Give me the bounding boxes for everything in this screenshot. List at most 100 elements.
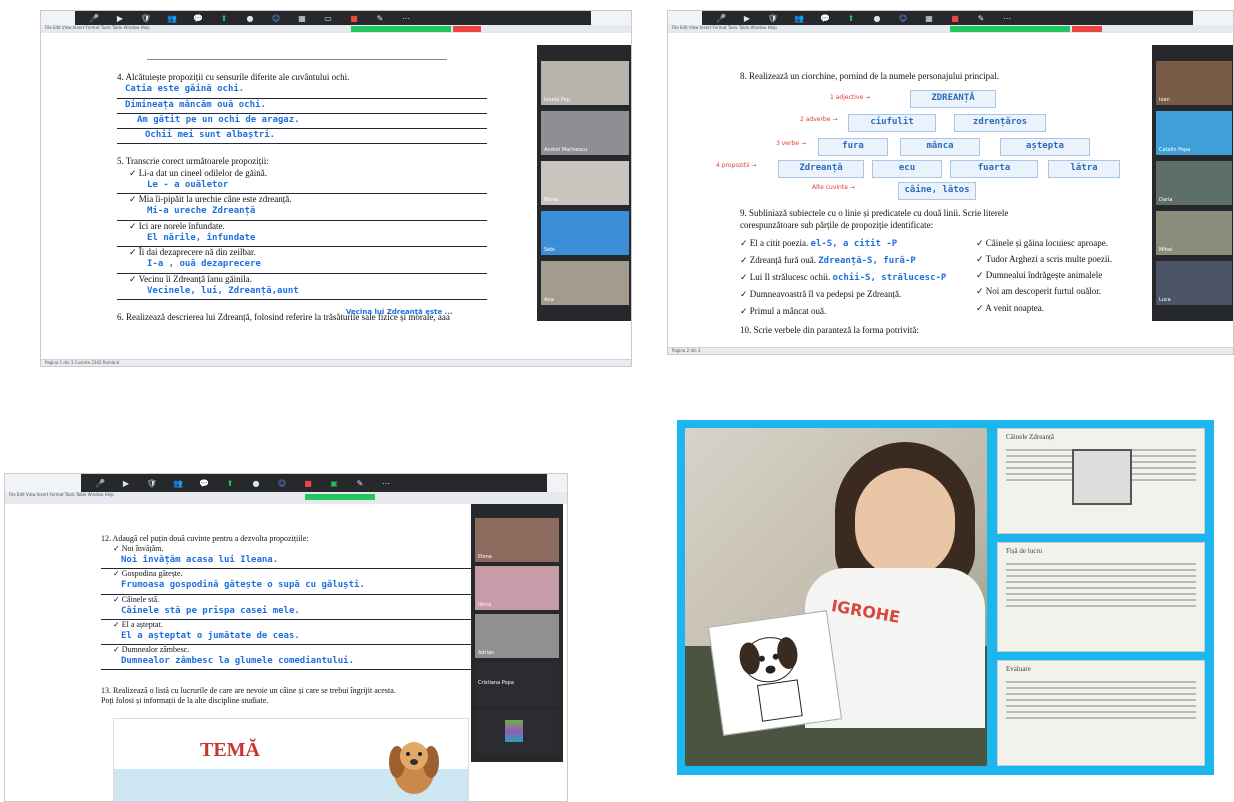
answer-line: I-a , ouă dezaprecere bbox=[117, 258, 487, 274]
security-icon[interactable]: 🛡 bbox=[760, 11, 786, 25]
participants-icon[interactable]: 👥 bbox=[165, 476, 191, 490]
participant-video[interactable]: Catalin Popa bbox=[1156, 111, 1232, 155]
face bbox=[855, 468, 955, 578]
worksheet-title: Câinele Zdreanță bbox=[1006, 433, 1055, 441]
view-icon[interactable]: ▣ bbox=[321, 476, 347, 490]
record-icon[interactable]: ● bbox=[237, 11, 263, 25]
record-icon[interactable]: ● bbox=[243, 476, 269, 490]
record-red-icon[interactable]: ■ bbox=[942, 11, 968, 25]
text-line bbox=[1006, 581, 1196, 583]
participant-video[interactable]: Ionela Pop bbox=[541, 61, 629, 105]
record-red-icon[interactable]: ■ bbox=[295, 476, 321, 490]
mute-icon[interactable]: 🎤 bbox=[87, 476, 113, 490]
text-line bbox=[1006, 575, 1196, 577]
left-sentences: ✓ El a citit poezia. el-S, a citit -P ✓ … bbox=[740, 235, 968, 319]
zoom-toolbar: 🎤 ▶ 🛡 👥 💬 ⬆ ● ☺ ▦ ▭ ■ ✎ ⋯ File Edit View… bbox=[41, 11, 631, 33]
more-icon[interactable]: ⋯ bbox=[994, 11, 1020, 25]
exercise-8-title: 8. Realizează un ciorchine, pornind de l… bbox=[740, 71, 999, 81]
reactions-icon[interactable]: ☺ bbox=[269, 476, 295, 490]
exercise-4-title: 4. Alcătuiește propoziții cu sensurile d… bbox=[117, 72, 350, 82]
exercise-13-subtitle: Poți folosi și informații de la alte dis… bbox=[101, 696, 269, 706]
right-sentences: ✓ Câinele și găina locuiesc aproape. ✓ T… bbox=[976, 235, 1156, 319]
participant-video[interactable]: Mihai bbox=[1156, 211, 1232, 255]
video-icon[interactable]: ▶ bbox=[734, 11, 760, 25]
sentence-item: ✓ Noi am descoperit furtul ouălor. bbox=[976, 286, 1102, 297]
annotate-icon[interactable]: ✎ bbox=[347, 476, 373, 490]
whiteboard-icon[interactable]: ▭ bbox=[315, 11, 341, 25]
annotate-icon[interactable]: ✎ bbox=[968, 11, 994, 25]
word-box: zdrențăros bbox=[954, 114, 1046, 132]
zoom-toolbar: 🎤 ▶ 🛡 👥 💬 ⬆ ● ☺ ▦ ■ ✎ ⋯ File Edit View I… bbox=[668, 11, 1233, 33]
participant-video[interactable] bbox=[475, 710, 559, 754]
video-icon[interactable]: ▶ bbox=[107, 11, 133, 25]
answer-line: Câinele stă pe prispa casei mele. bbox=[101, 605, 471, 620]
check-item: ✓ Noi învățăm. bbox=[113, 544, 164, 553]
participant-video[interactable]: Adrian bbox=[475, 614, 559, 658]
chat-icon[interactable]: 💬 bbox=[812, 11, 838, 25]
answer-line: Mi-a ureche Zdreanță bbox=[117, 205, 487, 221]
stop-share-button[interactable] bbox=[453, 26, 481, 32]
participant-video[interactable]: Ana bbox=[541, 261, 629, 305]
participant-gallery: Ioan Catalin Popa Daria Mihai Luca bbox=[1152, 45, 1233, 321]
participant-video[interactable]: Sebi bbox=[541, 211, 629, 255]
answer-line: Ochii mei sunt albaștri. bbox=[117, 129, 487, 145]
screenshot-panel-2: 🎤 ▶ 🛡 👥 💬 ⬆ ● ☺ ▦ ■ ✎ ⋯ File Edit View I… bbox=[667, 10, 1234, 355]
more-icon[interactable]: ⋯ bbox=[373, 476, 399, 490]
worksheet-title: Evaluare bbox=[1006, 665, 1031, 673]
apps-icon[interactable]: ▦ bbox=[289, 11, 315, 25]
participant-video[interactable]: Andrei Marinescu bbox=[541, 111, 629, 155]
word-box: fuarta bbox=[950, 160, 1038, 178]
word-box: mânca bbox=[900, 138, 980, 156]
share-icon[interactable]: ⬆ bbox=[838, 11, 864, 25]
check-item: ✓ Vecinu îi Zdreanță îanu găinila. bbox=[129, 273, 252, 284]
mute-icon[interactable]: 🎤 bbox=[81, 11, 107, 25]
apps-icon[interactable]: ▦ bbox=[916, 11, 942, 25]
participant-video[interactable]: Luca bbox=[1156, 261, 1232, 305]
annotate-icon[interactable]: ✎ bbox=[367, 11, 393, 25]
text-line bbox=[1006, 587, 1196, 589]
participant-video[interactable]: Elena bbox=[475, 518, 559, 562]
zoom-controls: 🎤 ▶ 🛡 👥 💬 ⬆ ● ☺ ■ ▣ ✎ ⋯ bbox=[81, 474, 547, 492]
document-toolbar: File Edit View Insert Format Tools Table… bbox=[41, 25, 631, 33]
answer-line: Noi învățăm acasa lui Ileana. bbox=[101, 554, 471, 570]
chat-icon[interactable]: 💬 bbox=[191, 476, 217, 490]
text-line bbox=[1006, 693, 1196, 695]
shirt-print: IGROHE bbox=[829, 596, 902, 627]
participant-video[interactable]: Maria bbox=[541, 161, 629, 205]
share-icon[interactable]: ⬆ bbox=[211, 11, 237, 25]
participant-video[interactable]: Daria bbox=[1156, 161, 1232, 205]
word-box: câine, lătos bbox=[898, 182, 976, 200]
record-red-icon[interactable]: ■ bbox=[341, 11, 367, 25]
video-icon[interactable]: ▶ bbox=[113, 476, 139, 490]
more-icon[interactable]: ⋯ bbox=[393, 11, 419, 25]
text-line bbox=[1006, 563, 1196, 565]
sentence-item: ✓ Zdreanță fură ouă. Zdreanță-S, fură-P bbox=[740, 254, 916, 266]
participant-video[interactable]: Ilinca bbox=[475, 566, 559, 610]
center-word: ZDREANȚĂ bbox=[910, 90, 996, 108]
participants-icon[interactable]: 👥 bbox=[786, 11, 812, 25]
reactions-icon[interactable]: ☺ bbox=[263, 11, 289, 25]
mute-icon[interactable]: 🎤 bbox=[708, 11, 734, 25]
sentence-columns: ✓ El a citit poezia. el-S, a citit -P ✓ … bbox=[740, 235, 1160, 319]
answer-line: Frumoasa gospodină gătește o supă cu găl… bbox=[101, 579, 471, 595]
photo-collage: IGROHE Câinele Zdreanță Fișă de lucru Ev… bbox=[677, 420, 1214, 775]
share-icon[interactable]: ⬆ bbox=[217, 476, 243, 490]
participant-video[interactable]: Ioan bbox=[1156, 61, 1232, 105]
text-line bbox=[1006, 705, 1196, 707]
answer-line: El nările, înfundate bbox=[117, 232, 487, 247]
chat-icon[interactable]: 💬 bbox=[185, 11, 211, 25]
participant-video[interactable]: Cristiana Popa bbox=[475, 662, 559, 706]
extra-answer: Vecina lui Zdreanță este ... bbox=[346, 308, 453, 316]
text-line bbox=[1006, 681, 1196, 683]
text-line bbox=[1006, 717, 1196, 719]
word-box: aștepta bbox=[1000, 138, 1090, 156]
zoom-controls: 🎤 ▶ 🛡 👥 💬 ⬆ ● ☺ ▦ ■ ✎ ⋯ bbox=[702, 11, 1193, 25]
participant-gallery: Ionela Pop Andrei Marinescu Maria Sebi A… bbox=[537, 45, 631, 321]
record-icon[interactable]: ● bbox=[864, 11, 890, 25]
stop-share-button[interactable] bbox=[1072, 26, 1102, 32]
worksheet-photo: Câinele Zdreanță bbox=[997, 428, 1205, 534]
security-icon[interactable]: 🛡 bbox=[139, 476, 165, 490]
security-icon[interactable]: 🛡 bbox=[133, 11, 159, 25]
participants-icon[interactable]: 👥 bbox=[159, 11, 185, 25]
reactions-icon[interactable]: ☺ bbox=[890, 11, 916, 25]
